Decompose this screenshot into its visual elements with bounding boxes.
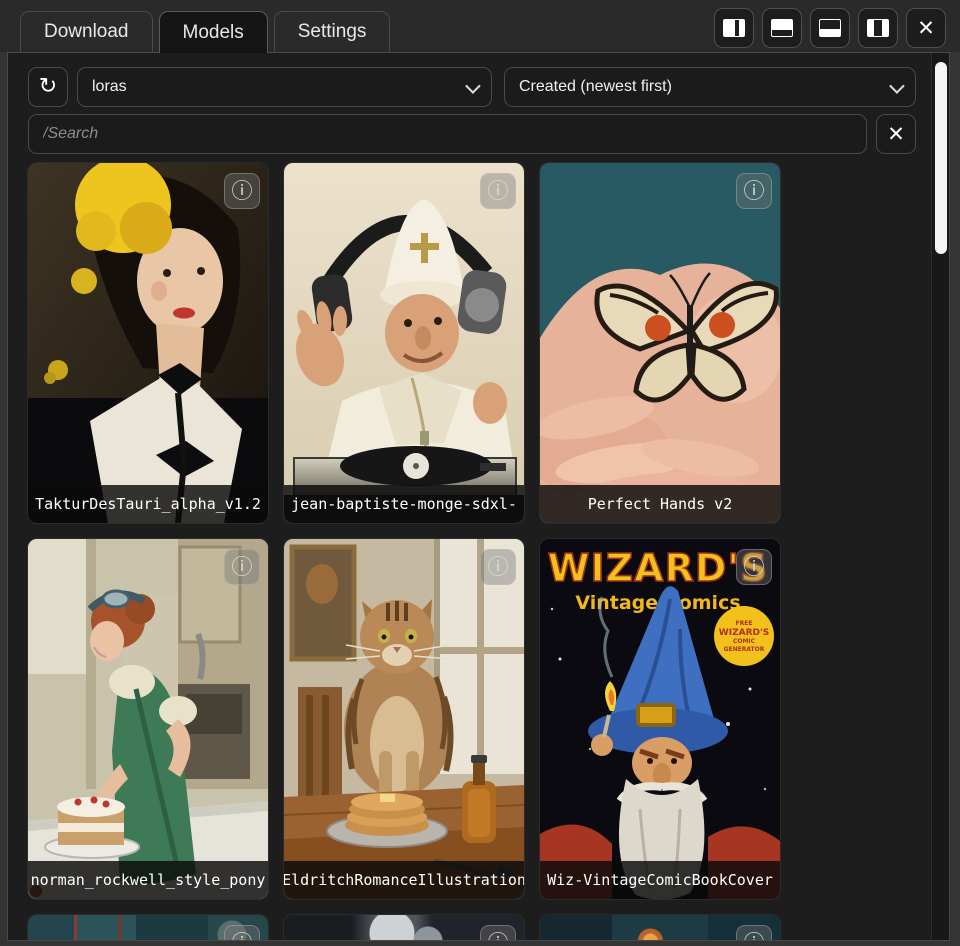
browser-toolbar: ↻ loras Created (newest first) — [28, 67, 916, 107]
model-info-button[interactable]: ⓘ — [224, 549, 260, 585]
info-icon: ⓘ — [744, 181, 765, 202]
model-card-takturdestauri[interactable]: ⓘ TakturDesTauri_alpha_v1.2 — [28, 163, 268, 523]
model-name: Wiz-VintageComicBookCover — [540, 861, 780, 899]
model-info-button[interactable]: ⓘ — [480, 549, 516, 585]
card-art-pope-dj — [284, 163, 524, 523]
panel-split-vertical-icon — [723, 19, 745, 37]
card-art-portrait — [28, 163, 268, 523]
model-info-button[interactable]: ⓘ — [480, 925, 516, 941]
close-icon: ✕ — [917, 18, 935, 39]
model-type-select[interactable]: loras — [77, 67, 492, 107]
badge-line: COMIC — [733, 638, 756, 645]
clear-search-button[interactable]: ✕ — [876, 114, 916, 154]
panel-bottom-icon — [819, 19, 841, 37]
model-card-jean-baptiste[interactable]: ⓘ jean-baptiste-monge-sdxl- — [284, 163, 524, 523]
card-art-butterfly-hands — [540, 163, 780, 523]
info-icon: ⓘ — [744, 557, 765, 578]
chevron-down-icon — [889, 78, 905, 94]
model-info-button[interactable]: ⓘ — [224, 925, 260, 941]
search-row: ✕ — [28, 114, 916, 154]
models-panel: ↻ loras Created (newest first) ✕ — [7, 52, 950, 941]
tab-download[interactable]: Download — [20, 11, 153, 52]
model-card-partial[interactable]: ⓘ — [540, 915, 780, 941]
model-type-value: loras — [92, 78, 127, 96]
model-card-grid: ⓘ TakturDesTauri_alpha_v1.2 — [28, 163, 780, 941]
info-icon: ⓘ — [488, 181, 509, 202]
close-icon: ✕ — [887, 124, 905, 145]
search-input[interactable] — [28, 114, 867, 154]
refresh-icon: ↻ — [39, 75, 57, 97]
scrollbar-track[interactable] — [931, 53, 949, 940]
card-art-wizard-comic: WIZARD'S Vintage Comics FREE WIZARD'S CO… — [540, 539, 780, 899]
models-window: Download Models Settings ✕ ↻ loras Creat… — [0, 0, 960, 946]
layout-bottom-button[interactable] — [810, 8, 850, 48]
info-icon: ⓘ — [232, 181, 253, 202]
layout-middle-button[interactable] — [858, 8, 898, 48]
model-name: norman_rockwell_style_pony — [28, 861, 268, 899]
badge-line: GENERATOR — [724, 646, 765, 653]
badge-line: FREE — [736, 620, 753, 627]
chevron-down-icon — [465, 78, 481, 94]
model-name: Perfect Hands v2 — [540, 485, 780, 523]
info-icon: ⓘ — [232, 933, 253, 942]
tab-settings[interactable]: Settings — [274, 11, 391, 52]
info-icon: ⓘ — [744, 933, 765, 942]
model-info-button[interactable]: ⓘ — [224, 173, 260, 209]
panel-top-icon — [771, 19, 793, 37]
layout-top-button[interactable] — [762, 8, 802, 48]
card-art-kitchen-baker — [28, 539, 268, 899]
model-info-button[interactable]: ⓘ — [480, 173, 516, 209]
model-card-perfect-hands[interactable]: ⓘ Perfect Hands v2 — [540, 163, 780, 523]
model-name: EldritchRomanceIllustration — [284, 861, 524, 899]
model-card-partial[interactable]: ⓘ — [284, 915, 524, 941]
scrollbar-thumb[interactable] — [935, 62, 947, 254]
info-icon: ⓘ — [232, 557, 253, 578]
layout-left-split-button[interactable] — [714, 8, 754, 48]
sort-select[interactable]: Created (newest first) — [504, 67, 916, 107]
badge-line: WIZARD'S — [719, 628, 769, 638]
model-card-norman-rockwell[interactable]: ⓘ norman_rockwell_style_pony — [28, 539, 268, 899]
window-buttons: ✕ — [714, 8, 946, 48]
model-info-button[interactable]: ⓘ — [736, 549, 772, 585]
refresh-button[interactable]: ↻ — [28, 67, 68, 107]
info-icon: ⓘ — [488, 933, 509, 942]
panel-middle-icon — [867, 19, 889, 37]
sort-value: Created (newest first) — [519, 78, 672, 96]
model-name: jean-baptiste-monge-sdxl- — [284, 485, 524, 523]
tab-models[interactable]: Models — [159, 11, 268, 53]
info-icon: ⓘ — [488, 557, 509, 578]
model-name: TakturDesTauri_alpha_v1.2 — [28, 485, 268, 523]
model-card-partial[interactable]: ⓘ — [28, 915, 268, 941]
model-info-button[interactable]: ⓘ — [736, 925, 772, 941]
model-card-wiz-vintage-comic[interactable]: WIZARD'S Vintage Comics FREE WIZARD'S CO… — [540, 539, 780, 899]
model-info-button[interactable]: ⓘ — [736, 173, 772, 209]
card-art-cat-pancakes — [284, 539, 524, 899]
model-card-eldritch-romance[interactable]: ⓘ EldritchRomanceIllustration — [284, 539, 524, 899]
close-button[interactable]: ✕ — [906, 8, 946, 48]
